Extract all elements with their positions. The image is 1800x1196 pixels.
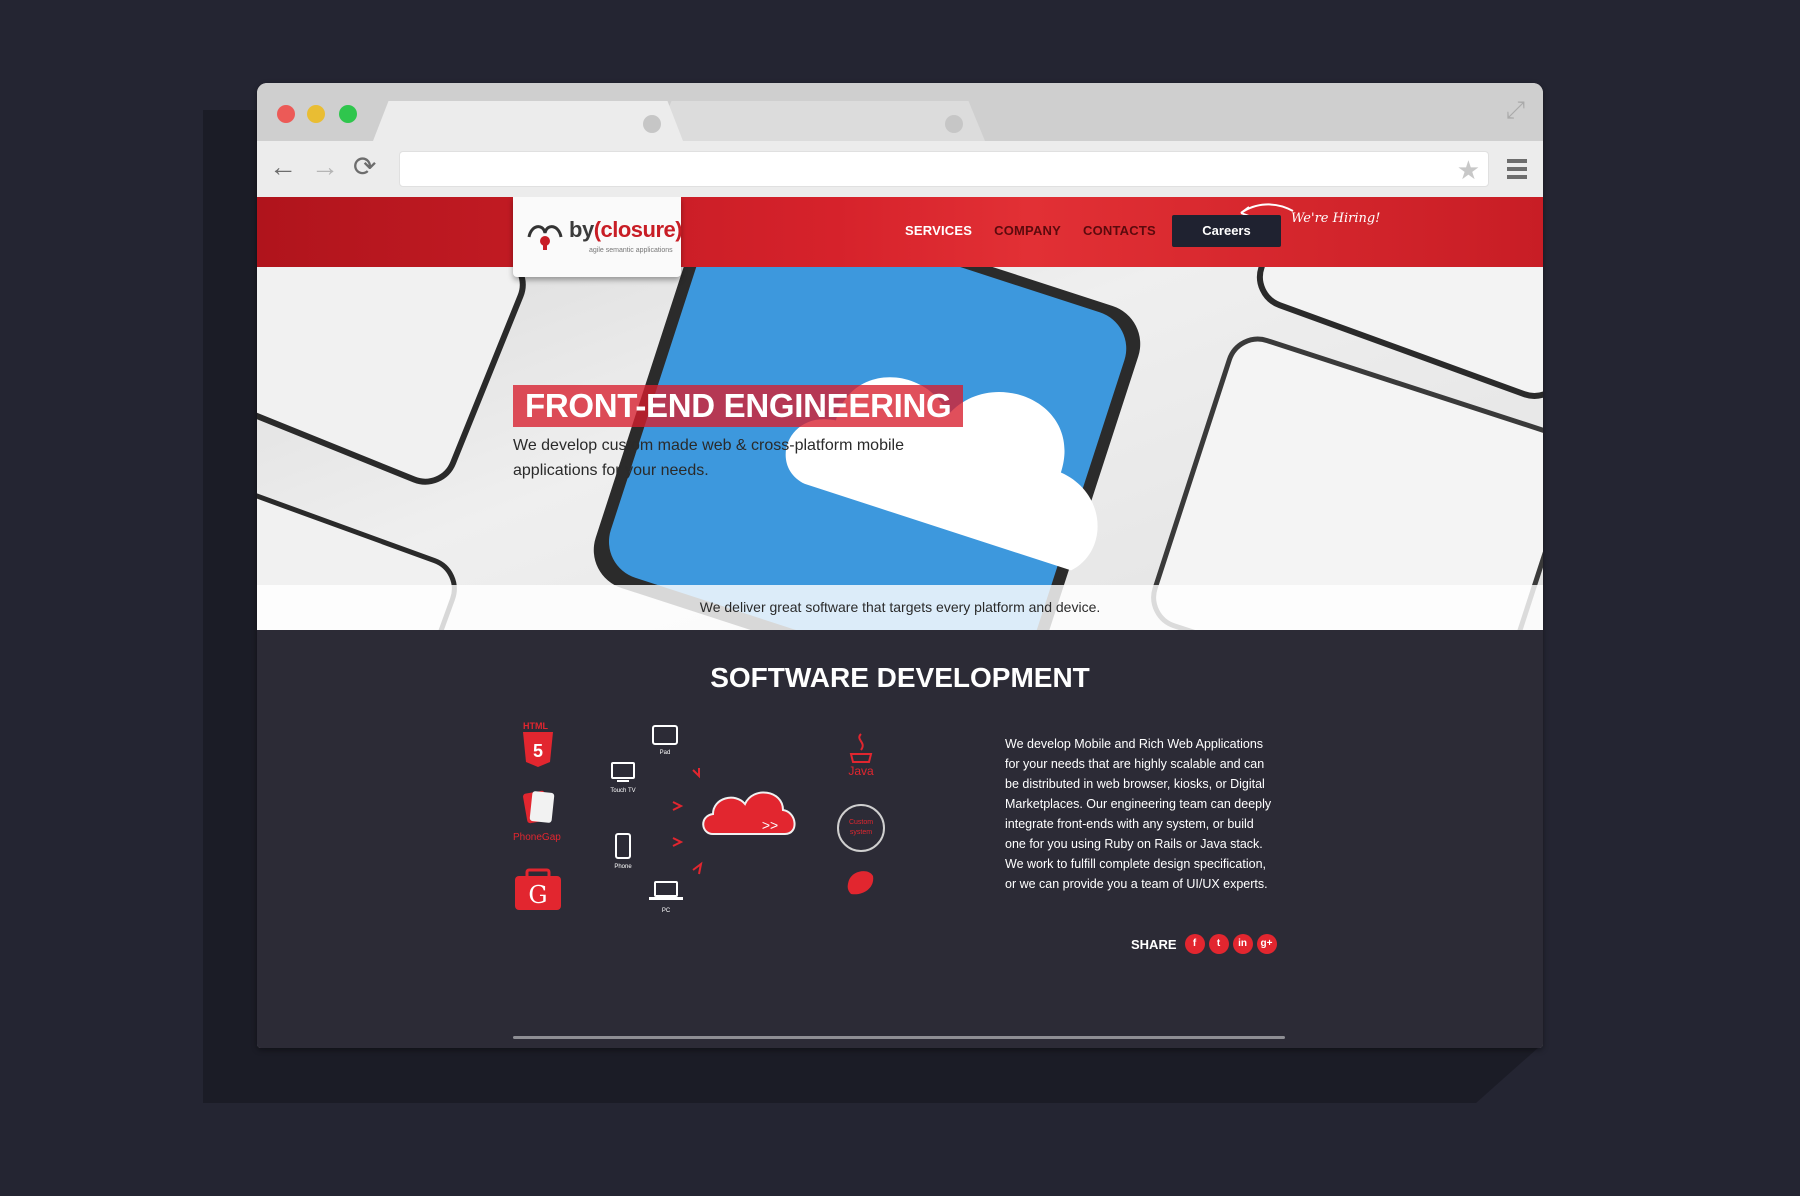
java-icon: Java xyxy=(848,733,874,778)
tab-inactive[interactable] xyxy=(655,101,985,141)
maximize-window-button[interactable] xyxy=(339,105,357,123)
svg-text:Java: Java xyxy=(848,764,874,778)
cloud-icon: >> xyxy=(702,791,796,835)
googleplus-icon[interactable]: g+ xyxy=(1256,934,1277,954)
svg-text:5: 5 xyxy=(533,741,543,761)
address-bar[interactable]: ★ xyxy=(399,151,1489,187)
gwt-icon: G xyxy=(515,868,561,910)
careers-button[interactable]: Careers xyxy=(1172,215,1281,247)
hero-tagline: We deliver great software that targets e… xyxy=(257,585,1543,630)
svg-text:Phone: Phone xyxy=(614,864,632,870)
browser-toolbar: ← → ⟳ ★ xyxy=(257,141,1543,197)
share-bar: SHARE f t in g+ xyxy=(1131,934,1277,954)
site-header: SERVICES COMPANY CONTACTS Careers We're … xyxy=(257,197,1543,267)
software-development-section: SOFTWARE DEVELOPMENT HTML 5 PhoneGap G P… xyxy=(257,630,1543,1048)
forward-arrow-icon[interactable]: → xyxy=(311,153,339,181)
tab-bar: ⤢ xyxy=(257,83,1543,141)
linkedin-icon[interactable]: in xyxy=(1232,934,1253,954)
nav-services[interactable]: SERVICES xyxy=(905,223,972,238)
browser-window: ⤢ ← → ⟳ ★ SERVICES COMPANY CONTACTS Care… xyxy=(257,83,1543,1048)
svg-text:Touch TV: Touch TV xyxy=(610,788,635,794)
platform-diagram: HTML 5 PhoneGap G Pad Touch TV Phone PC … xyxy=(513,721,885,914)
hero-subtitle: We develop custom made web & cross-platf… xyxy=(513,437,904,479)
tab-active[interactable] xyxy=(373,101,683,141)
logo-mark-icon xyxy=(527,225,563,250)
logo-text: by(closure) xyxy=(569,217,683,242)
close-window-button[interactable] xyxy=(277,105,295,123)
connector-marks xyxy=(672,768,703,875)
facebook-icon[interactable]: f xyxy=(1184,934,1205,954)
main-nav: SERVICES COMPANY CONTACTS xyxy=(905,223,1156,238)
section-description: We develop Mobile and Rich Web Applicati… xyxy=(1005,737,1272,891)
tab-close-icon[interactable] xyxy=(945,115,963,133)
svg-text:Custom: Custom xyxy=(849,819,873,826)
svg-text:G: G xyxy=(528,881,547,909)
laptop-icon: PC xyxy=(649,881,683,914)
svg-text:system: system xyxy=(850,829,872,836)
svg-text:HTML: HTML xyxy=(523,721,548,731)
minimize-window-button[interactable] xyxy=(307,105,325,123)
phonegap-icon: PhoneGap xyxy=(513,790,561,843)
tab-close-icon[interactable] xyxy=(643,115,661,133)
page-viewport: SERVICES COMPANY CONTACTS Careers We're … xyxy=(257,197,1543,1048)
svg-text:>>: >> xyxy=(762,817,778,833)
logo-tagline: agile semantic applications xyxy=(589,247,673,254)
section-title: SOFTWARE DEVELOPMENT xyxy=(710,662,1090,693)
hero-title: FRONT-END ENGINEERING xyxy=(513,385,964,427)
twitter-icon[interactable]: t xyxy=(1208,934,1229,954)
nav-contacts[interactable]: CONTACTS xyxy=(1083,223,1156,238)
fullscreen-icon[interactable]: ⤢ xyxy=(1506,97,1525,125)
ruby-icon xyxy=(847,871,874,895)
custom-system-icon: Custom system xyxy=(837,804,885,852)
svg-text:PhoneGap: PhoneGap xyxy=(513,832,561,843)
menu-icon[interactable] xyxy=(1507,159,1527,183)
share-label: SHARE xyxy=(1131,936,1177,952)
back-arrow-icon[interactable]: ← xyxy=(269,153,297,181)
hiring-note: We're Hiring! xyxy=(1291,211,1381,226)
tv-icon: Touch TV xyxy=(610,762,636,794)
nav-company[interactable]: COMPANY xyxy=(994,223,1061,238)
reload-icon[interactable]: ⟳ xyxy=(353,153,376,181)
svg-text:Pad: Pad xyxy=(660,750,671,756)
tablet-icon: Pad xyxy=(652,725,678,756)
horizontal-scrollbar[interactable] xyxy=(513,1036,1285,1039)
svg-text:PC: PC xyxy=(662,908,671,914)
site-logo[interactable]: by(closure) agile semantic applications xyxy=(513,197,683,277)
phone-icon: Phone xyxy=(614,833,632,870)
html5-icon: HTML 5 xyxy=(523,721,553,767)
hero-banner: FRONT-END ENGINEERING We develop custom … xyxy=(257,267,1543,630)
bookmark-star-icon[interactable]: ★ xyxy=(1457,155,1480,186)
